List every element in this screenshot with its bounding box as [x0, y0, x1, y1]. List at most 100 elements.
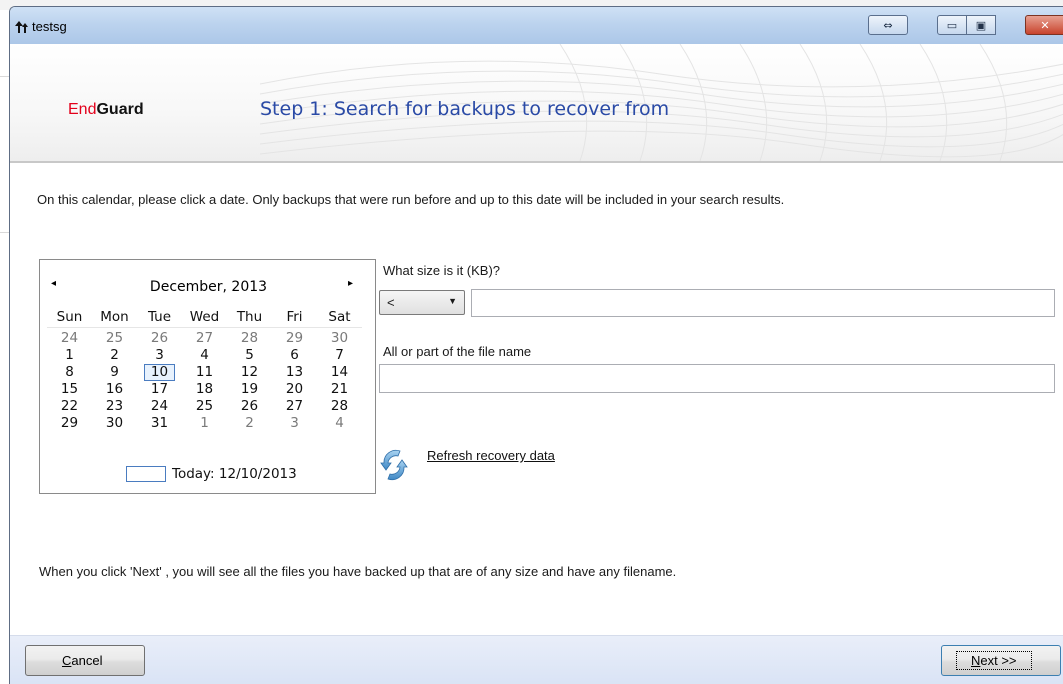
cancel-button[interactable]: Cancel: [25, 645, 145, 676]
calendar-day[interactable]: 25: [182, 398, 227, 415]
calendar-month-label: December, 2013: [149, 279, 268, 295]
restore-size-button[interactable]: ⇔: [868, 15, 908, 35]
maximize-button[interactable]: ▣: [966, 15, 996, 35]
calendar-week: 29 30 31 1 2 3 4: [47, 415, 362, 432]
calendar-day[interactable]: 24: [47, 330, 92, 347]
weekday-mon: Mon: [100, 309, 129, 325]
calendar-day[interactable]: 24: [137, 398, 182, 415]
double-arrow-icon: ⇔: [883, 18, 893, 32]
weekday-tue: Tue: [147, 309, 172, 325]
next-step-summary: When you click 'Next' , you will see all…: [39, 564, 677, 579]
desktop-divider: [0, 76, 9, 77]
calendar-day[interactable]: 11: [182, 364, 227, 381]
calendar-day[interactable]: 30: [317, 330, 362, 347]
cancel-access-key: C: [62, 653, 72, 668]
size-input[interactable]: [471, 289, 1055, 317]
calendar-day[interactable]: 4: [182, 347, 227, 364]
title-bar[interactable]: testsg ⇔ ▭ ▣ ✕: [10, 7, 1063, 44]
calendar-day[interactable]: 1: [47, 347, 92, 364]
window-title: testsg: [32, 19, 67, 34]
calendar-day[interactable]: 30: [92, 415, 137, 432]
weekday-sat: Sat: [328, 309, 351, 325]
calendar-day[interactable]: 23: [92, 398, 137, 415]
weekday-thu: Thu: [236, 309, 263, 325]
calendar-day[interactable]: 22: [47, 398, 92, 415]
calendar-day[interactable]: 16: [92, 381, 137, 398]
calendar-day[interactable]: 26: [137, 330, 182, 347]
date-calendar[interactable]: ◂ December, 2013 ▸ Sun Mon Tue Wed Thu F…: [39, 259, 376, 494]
calendar-day[interactable]: 2: [92, 347, 137, 364]
file-name-input[interactable]: [379, 364, 1055, 393]
calendar-day[interactable]: 29: [47, 415, 92, 432]
calendar-day[interactable]: 7: [317, 347, 362, 364]
calendar-day[interactable]: 27: [182, 330, 227, 347]
calendar-week: 8 9 10 11 12 13 14: [47, 364, 362, 381]
calendar-grid: Sun Mon Tue Wed Thu Fri Sat 24 25 26 27 …: [47, 309, 362, 432]
calendar-day[interactable]: 25: [92, 330, 137, 347]
calendar-day[interactable]: 3: [272, 415, 317, 432]
cancel-label-rest: ancel: [71, 653, 103, 668]
calendar-day[interactable]: 3: [137, 347, 182, 364]
calendar-day-selected[interactable]: 10: [137, 364, 182, 381]
selected-day-label: 10: [143, 364, 176, 381]
minimize-icon: ▭: [946, 18, 958, 32]
calendar-week: 15 16 17 18 19 20 21: [47, 381, 362, 398]
calendar-day[interactable]: 17: [137, 381, 182, 398]
next-button[interactable]: Next >>: [941, 645, 1061, 676]
calendar-day[interactable]: 20: [272, 381, 317, 398]
refresh-recovery-data-link[interactable]: Refresh recovery data: [427, 448, 555, 463]
calendar-day[interactable]: 29: [272, 330, 317, 347]
next-month-icon[interactable]: ▸: [348, 278, 353, 289]
endguard-logo: EndGuard: [68, 101, 144, 118]
close-button[interactable]: ✕: [1025, 15, 1063, 35]
today-label: Today: 12/10/2013: [172, 466, 297, 482]
calendar-day[interactable]: 13: [272, 364, 317, 381]
refresh-icon[interactable]: [380, 447, 408, 483]
calendar-day[interactable]: 1: [182, 415, 227, 432]
recovery-wizard-window: testsg ⇔ ▭ ▣ ✕ EndGuard Step 1: Search f…: [9, 6, 1063, 684]
weekday-fri: Fri: [286, 309, 303, 325]
calendar-day[interactable]: 19: [227, 381, 272, 398]
size-label: What size is it (KB)?: [383, 263, 501, 278]
calendar-day[interactable]: 9: [92, 364, 137, 381]
calendar-day[interactable]: 28: [317, 398, 362, 415]
calendar-day[interactable]: 4: [317, 415, 362, 432]
calendar-instructions: On this calendar, please click a date. O…: [37, 192, 785, 207]
size-operator-select[interactable]: < ▼: [379, 290, 465, 315]
calendar-day[interactable]: 5: [227, 347, 272, 364]
calendar-day[interactable]: 8: [47, 364, 92, 381]
calendar-week: 22 23 24 25 26 27 28: [47, 398, 362, 415]
calendar-day[interactable]: 27: [272, 398, 317, 415]
close-icon: ✕: [1040, 18, 1050, 32]
calendar-day[interactable]: 31: [137, 415, 182, 432]
next-access-key: N: [971, 653, 981, 668]
file-name-label: All or part of the file name: [383, 344, 532, 359]
next-label-rest: ext >>: [980, 653, 1017, 668]
calendar-day[interactable]: 18: [182, 381, 227, 398]
calendar-day[interactable]: 26: [227, 398, 272, 415]
calendar-day[interactable]: 2: [227, 415, 272, 432]
maximize-icon: ▣: [975, 18, 987, 32]
wizard-header: EndGuard Step 1: Search for backups to r…: [10, 44, 1063, 163]
app-arrows-icon: [15, 21, 28, 33]
calendar-week: 1 2 3 4 5 6 7: [47, 347, 362, 364]
step-title: Step 1: Search for backups to recover fr…: [260, 98, 670, 120]
desktop-divider: [0, 232, 9, 233]
weekday-wed: Wed: [189, 309, 220, 325]
calendar-week: 24 25 26 27 28 29 30: [47, 330, 362, 347]
wizard-button-bar: Cancel Next >>: [10, 635, 1063, 684]
weekday-sun: Sun: [56, 309, 83, 325]
calendar-day[interactable]: 6: [272, 347, 317, 364]
minimize-button[interactable]: ▭: [937, 15, 967, 35]
calendar-day[interactable]: 14: [317, 364, 362, 381]
weekday-header: Sun Mon Tue Wed Thu Fri Sat: [47, 309, 362, 328]
calendar-day[interactable]: 12: [227, 364, 272, 381]
calendar-day[interactable]: 21: [317, 381, 362, 398]
size-operator-value: <: [387, 295, 395, 310]
calendar-day[interactable]: 15: [47, 381, 92, 398]
today-link[interactable]: Today: 12/10/2013: [126, 466, 297, 482]
calendar-day[interactable]: 28: [227, 330, 272, 347]
next-button-focus: Next >>: [956, 651, 1032, 670]
dropdown-arrow-icon: ▼: [448, 296, 457, 306]
today-marker: [126, 466, 166, 482]
